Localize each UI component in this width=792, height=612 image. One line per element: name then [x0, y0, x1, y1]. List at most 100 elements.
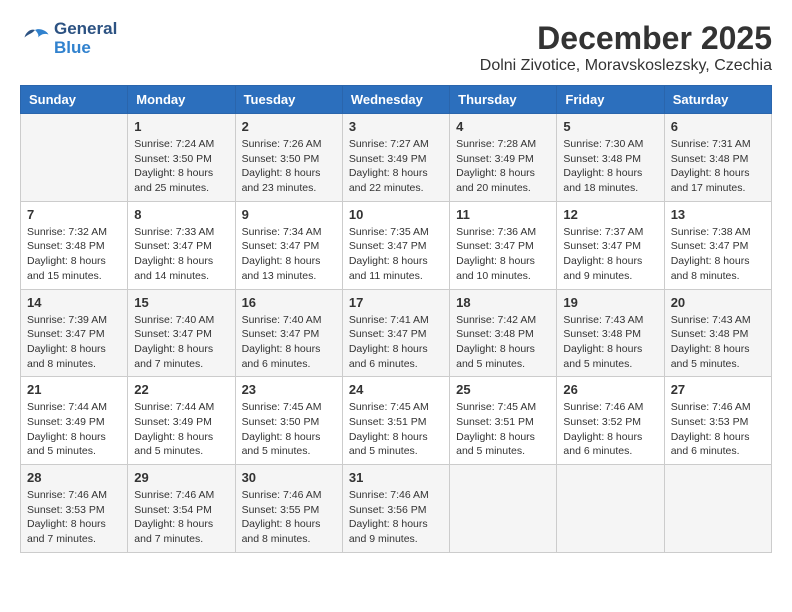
day-info: Sunrise: 7:28 AMSunset: 3:49 PMDaylight:…: [456, 137, 550, 196]
day-number: 18: [456, 295, 550, 310]
calendar-cell: [557, 465, 664, 553]
week-row-4: 21 Sunrise: 7:44 AMSunset: 3:49 PMDayligh…: [21, 377, 772, 465]
day-number: 12: [563, 207, 657, 222]
calendar-cell: 4 Sunrise: 7:28 AMSunset: 3:49 PMDaylight…: [450, 114, 557, 202]
day-number: 1: [134, 119, 228, 134]
day-number: 21: [27, 382, 121, 397]
day-number: 3: [349, 119, 443, 134]
header-day-tuesday: Tuesday: [235, 86, 342, 114]
week-row-1: 1 Sunrise: 7:24 AMSunset: 3:50 PMDaylight…: [21, 114, 772, 202]
day-info: Sunrise: 7:39 AMSunset: 3:47 PMDaylight:…: [27, 313, 121, 372]
calendar-cell: 7 Sunrise: 7:32 AMSunset: 3:48 PMDaylight…: [21, 201, 128, 289]
calendar-cell: 19 Sunrise: 7:43 AMSunset: 3:48 PMDayligh…: [557, 289, 664, 377]
header-row: SundayMondayTuesdayWednesdayThursdayFrid…: [21, 86, 772, 114]
day-info: Sunrise: 7:46 AMSunset: 3:53 PMDaylight:…: [671, 400, 765, 459]
day-number: 2: [242, 119, 336, 134]
day-info: Sunrise: 7:45 AMSunset: 3:51 PMDaylight:…: [456, 400, 550, 459]
day-info: Sunrise: 7:34 AMSunset: 3:47 PMDaylight:…: [242, 225, 336, 284]
day-info: Sunrise: 7:31 AMSunset: 3:48 PMDaylight:…: [671, 137, 765, 196]
calendar-cell: 17Sunrise: 7:41 AMSunset: 3:47 PMDayligh…: [342, 289, 449, 377]
page-subtitle: Dolni Zivotice, Moravskoslezsky, Czechia: [480, 57, 772, 75]
calendar-cell: 20 Sunrise: 7:43 AMSunset: 3:48 PMDayligh…: [664, 289, 771, 377]
day-number: 6: [671, 119, 765, 134]
logo: General Blue: [20, 20, 117, 57]
header-day-thursday: Thursday: [450, 86, 557, 114]
header-day-wednesday: Wednesday: [342, 86, 449, 114]
day-number: 29: [134, 470, 228, 485]
calendar-cell: 13Sunrise: 7:38 AMSunset: 3:47 PMDayligh…: [664, 201, 771, 289]
day-number: 11: [456, 207, 550, 222]
calendar-cell: 24 Sunrise: 7:45 AMSunset: 3:51 PMDayligh…: [342, 377, 449, 465]
day-number: 30: [242, 470, 336, 485]
calendar-cell: [450, 465, 557, 553]
title-area: December 2025 Dolni Zivotice, Moravskosl…: [480, 20, 772, 75]
calendar-cell: 18Sunrise: 7:42 AMSunset: 3:48 PMDayligh…: [450, 289, 557, 377]
week-row-2: 7 Sunrise: 7:32 AMSunset: 3:48 PMDaylight…: [21, 201, 772, 289]
calendar-cell: 29Sunrise: 7:46 AMSunset: 3:54 PMDayligh…: [128, 465, 235, 553]
day-number: 13: [671, 207, 765, 222]
day-info: Sunrise: 7:27 AMSunset: 3:49 PMDaylight:…: [349, 137, 443, 196]
day-number: 27: [671, 382, 765, 397]
calendar-cell: 14Sunrise: 7:39 AMSunset: 3:47 PMDayligh…: [21, 289, 128, 377]
day-info: Sunrise: 7:46 AMSunset: 3:55 PMDaylight:…: [242, 488, 336, 547]
day-number: 20: [671, 295, 765, 310]
day-info: Sunrise: 7:45 AMSunset: 3:51 PMDaylight:…: [349, 400, 443, 459]
day-info: Sunrise: 7:41 AMSunset: 3:47 PMDaylight:…: [349, 313, 443, 372]
day-info: Sunrise: 7:46 AMSunset: 3:52 PMDaylight:…: [563, 400, 657, 459]
day-number: 31: [349, 470, 443, 485]
calendar-cell: 26 Sunrise: 7:46 AMSunset: 3:52 PMDayligh…: [557, 377, 664, 465]
day-info: Sunrise: 7:43 AMSunset: 3:48 PMDaylight:…: [671, 313, 765, 372]
calendar-cell: 28 Sunrise: 7:46 AMSunset: 3:53 PMDayligh…: [21, 465, 128, 553]
calendar-cell: 10 Sunrise: 7:35 AMSunset: 3:47 PMDayligh…: [342, 201, 449, 289]
day-number: 22: [134, 382, 228, 397]
day-info: Sunrise: 7:44 AMSunset: 3:49 PMDaylight:…: [134, 400, 228, 459]
week-row-5: 28 Sunrise: 7:46 AMSunset: 3:53 PMDayligh…: [21, 465, 772, 553]
day-number: 7: [27, 207, 121, 222]
calendar-header: SundayMondayTuesdayWednesdayThursdayFrid…: [21, 86, 772, 114]
calendar-cell: 1 Sunrise: 7:24 AMSunset: 3:50 PMDaylight…: [128, 114, 235, 202]
day-number: 5: [563, 119, 657, 134]
day-number: 24: [349, 382, 443, 397]
calendar-cell: 16Sunrise: 7:40 AMSunset: 3:47 PMDayligh…: [235, 289, 342, 377]
day-number: 19: [563, 295, 657, 310]
calendar-cell: 2Sunrise: 7:26 AMSunset: 3:50 PMDaylight…: [235, 114, 342, 202]
day-number: 28: [27, 470, 121, 485]
page-title: December 2025: [480, 20, 772, 57]
calendar-cell: 22 Sunrise: 7:44 AMSunset: 3:49 PMDayligh…: [128, 377, 235, 465]
week-row-3: 14Sunrise: 7:39 AMSunset: 3:47 PMDayligh…: [21, 289, 772, 377]
day-number: 4: [456, 119, 550, 134]
day-info: Sunrise: 7:43 AMSunset: 3:48 PMDaylight:…: [563, 313, 657, 372]
day-number: 15: [134, 295, 228, 310]
day-info: Sunrise: 7:33 AMSunset: 3:47 PMDaylight:…: [134, 225, 228, 284]
calendar-cell: 27 Sunrise: 7:46 AMSunset: 3:53 PMDayligh…: [664, 377, 771, 465]
page-header: General Blue December 2025 Dolni Zivotic…: [20, 20, 772, 75]
day-info: Sunrise: 7:35 AMSunset: 3:47 PMDaylight:…: [349, 225, 443, 284]
calendar-cell: 23Sunrise: 7:45 AMSunset: 3:50 PMDayligh…: [235, 377, 342, 465]
day-number: 10: [349, 207, 443, 222]
day-info: Sunrise: 7:24 AMSunset: 3:50 PMDaylight:…: [134, 137, 228, 196]
day-number: 8: [134, 207, 228, 222]
day-info: Sunrise: 7:32 AMSunset: 3:48 PMDaylight:…: [27, 225, 121, 284]
day-info: Sunrise: 7:44 AMSunset: 3:49 PMDaylight:…: [27, 400, 121, 459]
calendar-cell: 31 Sunrise: 7:46 AMSunset: 3:56 PMDayligh…: [342, 465, 449, 553]
calendar-cell: 25Sunrise: 7:45 AMSunset: 3:51 PMDayligh…: [450, 377, 557, 465]
calendar-cell: 8 Sunrise: 7:33 AMSunset: 3:47 PMDaylight…: [128, 201, 235, 289]
calendar-cell: 21 Sunrise: 7:44 AMSunset: 3:49 PMDayligh…: [21, 377, 128, 465]
day-info: Sunrise: 7:46 AMSunset: 3:56 PMDaylight:…: [349, 488, 443, 547]
calendar-cell: 3 Sunrise: 7:27 AMSunset: 3:49 PMDaylight…: [342, 114, 449, 202]
calendar-cell: 12Sunrise: 7:37 AMSunset: 3:47 PMDayligh…: [557, 201, 664, 289]
calendar-table: SundayMondayTuesdayWednesdayThursdayFrid…: [20, 85, 772, 553]
day-number: 26: [563, 382, 657, 397]
calendar-cell: [21, 114, 128, 202]
day-info: Sunrise: 7:36 AMSunset: 3:47 PMDaylight:…: [456, 225, 550, 284]
calendar-cell: 30 Sunrise: 7:46 AMSunset: 3:55 PMDayligh…: [235, 465, 342, 553]
calendar-cell: 5 Sunrise: 7:30 AMSunset: 3:48 PMDaylight…: [557, 114, 664, 202]
calendar-cell: [664, 465, 771, 553]
day-info: Sunrise: 7:40 AMSunset: 3:47 PMDaylight:…: [134, 313, 228, 372]
day-number: 16: [242, 295, 336, 310]
day-number: 23: [242, 382, 336, 397]
logo-text: General Blue: [54, 20, 117, 57]
day-info: Sunrise: 7:46 AMSunset: 3:53 PMDaylight:…: [27, 488, 121, 547]
day-info: Sunrise: 7:30 AMSunset: 3:48 PMDaylight:…: [563, 137, 657, 196]
calendar-cell: 11 Sunrise: 7:36 AMSunset: 3:47 PMDayligh…: [450, 201, 557, 289]
